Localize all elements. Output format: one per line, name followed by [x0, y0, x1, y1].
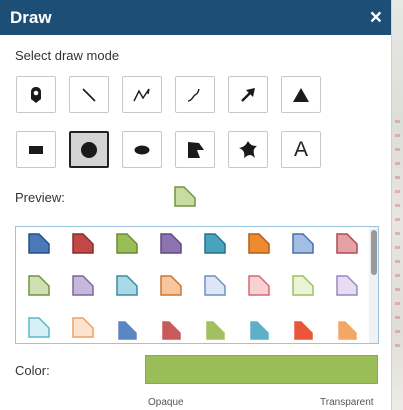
fill-symbol-icon	[71, 317, 94, 338]
select-draw-mode-label: Select draw mode	[15, 48, 120, 63]
palette-scrollbar[interactable]	[369, 227, 378, 343]
fill-symbol-icon	[203, 233, 226, 254]
draw-mode-polyline-button[interactable]	[122, 76, 162, 113]
fill-symbol-icon	[27, 233, 50, 254]
color-label: Color:	[15, 363, 50, 378]
polyline-icon	[133, 88, 150, 101]
draw-mode-freehand-line-button[interactable]	[175, 76, 215, 113]
symbol-swatch[interactable]	[241, 274, 276, 302]
rectangle-icon	[29, 145, 43, 154]
symbol-swatch[interactable]	[329, 274, 364, 302]
symbol-swatch[interactable]	[285, 316, 320, 343]
draw-mode-text-button[interactable]: A	[281, 131, 321, 168]
symbol-swatch[interactable]	[197, 316, 232, 343]
draw-mode-triangle-button[interactable]	[281, 76, 321, 113]
fill-symbol-icon	[159, 275, 182, 296]
palette-scrollbar-thumb[interactable]	[371, 230, 377, 275]
draw-mode-freehand-polygon-button[interactable]	[228, 131, 268, 168]
draw-mode-grid: A	[16, 76, 321, 168]
symbol-swatch[interactable]	[197, 232, 232, 260]
fill-symbol-icon	[71, 233, 94, 254]
fill-symbol-icon	[161, 321, 181, 340]
symbol-swatch[interactable]	[109, 274, 144, 302]
fill-symbol-icon	[159, 233, 182, 254]
symbol-swatch[interactable]	[197, 274, 232, 302]
close-icon[interactable]: ×	[370, 7, 382, 28]
fill-symbol-icon	[115, 275, 138, 296]
symbol-swatch[interactable]	[241, 316, 276, 343]
fill-symbol-icon	[117, 321, 137, 340]
circle-icon	[81, 141, 97, 158]
symbol-swatch[interactable]	[21, 316, 56, 343]
draw-mode-circle-button[interactable]	[69, 131, 109, 168]
symbol-swatch[interactable]	[65, 274, 100, 302]
symbol-swatch[interactable]	[329, 316, 364, 343]
symbol-swatch[interactable]	[241, 232, 276, 260]
polygon-icon	[188, 141, 204, 158]
fill-symbol-icon	[27, 317, 50, 338]
symbol-swatch[interactable]	[153, 232, 188, 260]
symbol-swatch[interactable]	[109, 232, 144, 260]
transparency-opaque-label: Opaque	[148, 397, 184, 408]
symbol-swatch[interactable]	[109, 316, 144, 343]
fill-symbol-icon	[247, 233, 270, 254]
draw-mode-rectangle-button[interactable]	[16, 131, 56, 168]
triangle-icon	[293, 87, 309, 102]
draw-mode-point-button[interactable]	[16, 76, 56, 113]
preview-symbol	[172, 184, 198, 215]
panel-title: Draw	[10, 7, 52, 27]
symbol-swatch[interactable]	[153, 316, 188, 343]
symbol-swatch[interactable]	[21, 232, 56, 260]
symbol-swatch[interactable]	[65, 316, 100, 343]
fill-symbol-icon	[335, 275, 358, 296]
transparency-transparent-label: Transparent	[320, 397, 374, 408]
ellipse-icon	[134, 145, 150, 154]
fill-symbol-icon	[203, 275, 226, 296]
fill-symbol-icon	[115, 233, 138, 254]
symbol-swatch[interactable]	[285, 232, 320, 260]
freehand-polygon-icon	[239, 140, 257, 158]
line-icon	[82, 87, 96, 102]
freehand-line-icon	[187, 88, 200, 102]
draw-panel: Draw × Select draw mode A Preview: Color…	[0, 0, 392, 410]
symbol-swatch[interactable]	[21, 274, 56, 302]
fill-symbol-icon	[293, 321, 313, 340]
symbol-swatch[interactable]	[285, 274, 320, 302]
arrow-icon	[241, 87, 255, 102]
fill-symbol-icon	[291, 233, 314, 254]
symbol-swatch[interactable]	[153, 274, 188, 302]
fill-symbol-icon	[335, 233, 358, 254]
symbol-swatch[interactable]	[65, 232, 100, 260]
fill-symbol-icon	[247, 275, 270, 296]
text-icon: A	[293, 137, 308, 161]
draw-mode-ellipse-button[interactable]	[122, 131, 162, 168]
draw-mode-polygon-button[interactable]	[175, 131, 215, 168]
fill-symbol-icon	[27, 275, 50, 296]
fill-symbol-icon	[291, 275, 314, 296]
symbol-grid	[21, 232, 364, 343]
fill-symbol-icon	[71, 275, 94, 296]
fill-symbol-icon	[249, 321, 269, 340]
symbol-palette[interactable]	[15, 226, 379, 344]
color-picker-swatch[interactable]	[145, 355, 378, 384]
fill-symbol-icon	[205, 321, 225, 340]
panel-titlebar: Draw ×	[0, 0, 391, 35]
symbol-swatch[interactable]	[329, 232, 364, 260]
draw-mode-arrow-button[interactable]	[228, 76, 268, 113]
draw-mode-line-button[interactable]	[69, 76, 109, 113]
preview-label: Preview:	[15, 190, 65, 205]
map-background	[392, 0, 403, 410]
pin-icon	[31, 86, 41, 103]
fill-symbol-icon	[337, 321, 357, 340]
